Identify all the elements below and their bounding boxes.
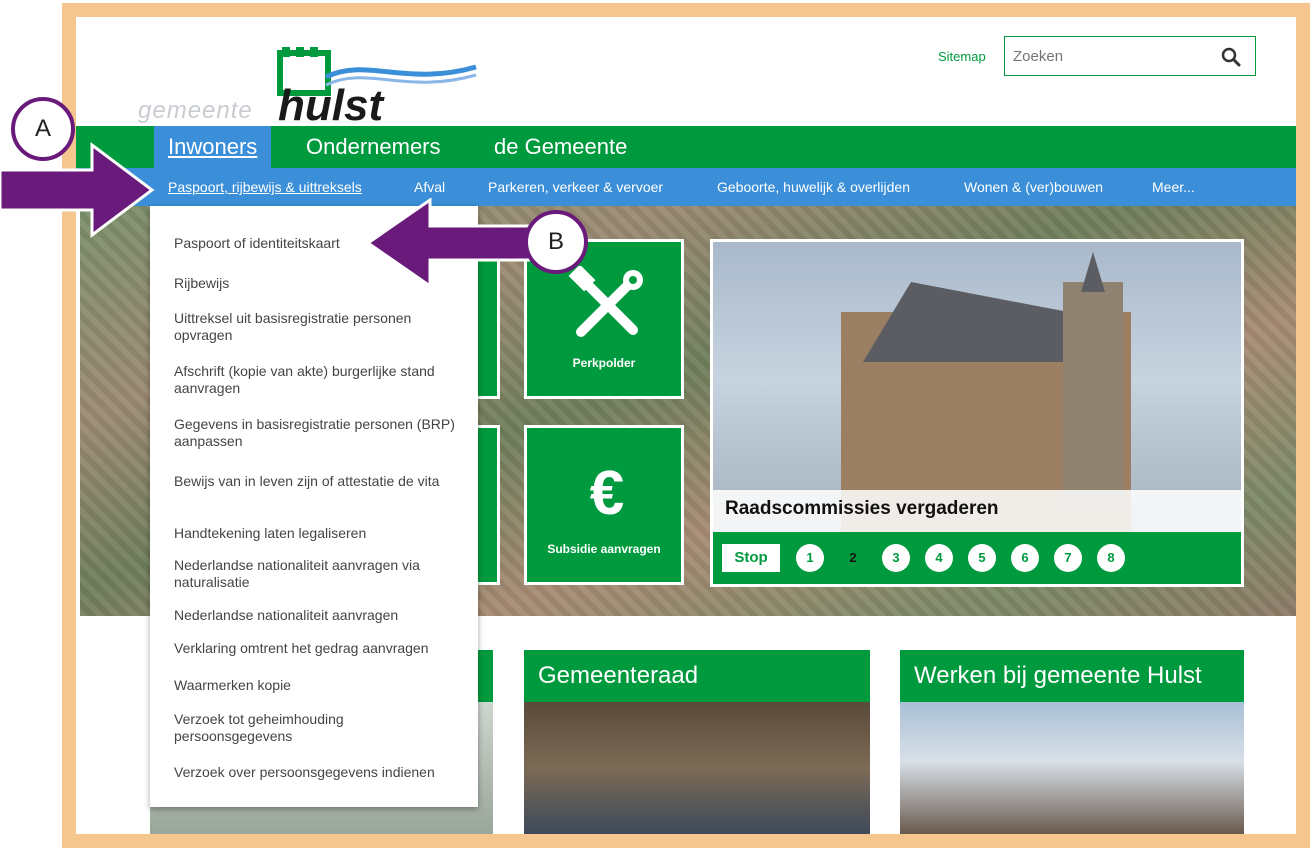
search-icon[interactable] <box>1221 47 1241 67</box>
tab-inwoners[interactable]: Inwoners <box>154 126 272 168</box>
dropdown-item-geheimhouding[interactable]: Verzoek tot geheimhouding persoonsgegeve… <box>174 711 464 745</box>
tile-subsidie[interactable]: € Subsidie aanvragen <box>524 425 684 585</box>
tile-label: Perkpolder <box>572 356 636 370</box>
annotation-marker-b: B <box>524 210 588 274</box>
slider-dot-7[interactable]: 7 <box>1054 544 1082 572</box>
dropdown-item-nationaliteit[interactable]: Nederlandse nationaliteit aanvragen <box>174 607 464 624</box>
annotation-arrow-b <box>365 198 530 288</box>
slider-dot-5[interactable]: 5 <box>968 544 996 572</box>
annotation-marker-a: A <box>11 97 75 161</box>
logo-gemeente-text: gemeente <box>138 97 253 124</box>
tab-de-gemeente[interactable]: de Gemeente <box>480 126 641 168</box>
site-logo[interactable]: gemeente hulst <box>138 47 477 130</box>
svg-text:€: € <box>590 459 624 528</box>
dropdown-item-vog[interactable]: Verklaring omtrent het gedrag aanvragen <box>174 640 464 657</box>
slider-dot-6[interactable]: 6 <box>1011 544 1039 572</box>
dropdown-item-gegevens-brp[interactable]: Gegevens in basisregistratie personen (B… <box>174 416 464 450</box>
page: gemeente hulst Sitemap Inwoners Onderne <box>76 17 1296 834</box>
news-slider[interactable]: Raadscommissies vergaderen Stop 1 2 3 4 … <box>710 239 1244 587</box>
tile-label: Subsidie aanvragen <box>547 542 661 556</box>
subnav-item-geboorte[interactable]: Geboorte, huwelijk & overlijden <box>717 168 910 206</box>
subnav-dropdown-menu: Paspoort of identiteitskaart Rijbewijs U… <box>150 206 478 807</box>
subnav-item-meer[interactable]: Meer... <box>1152 168 1195 206</box>
dropdown-item-bewijs-leven[interactable]: Bewijs van in leven zijn of attestatie d… <box>174 473 464 490</box>
search-box <box>1004 36 1256 76</box>
subnav-item-wonen[interactable]: Wonen & (ver)bouwen <box>964 168 1103 206</box>
card-title: Gemeenteraad <box>524 650 870 702</box>
slider-dot-1[interactable]: 1 <box>796 544 824 572</box>
slider-dot-2[interactable]: 2 <box>839 544 867 572</box>
slider-stop-button[interactable]: Stop <box>722 544 780 572</box>
card-gemeenteraad[interactable]: Gemeenteraad <box>524 650 870 834</box>
dropdown-item-naturalisatie[interactable]: Nederlandse nationaliteit aanvragen via … <box>174 557 464 591</box>
logo-hulst-text: hulst <box>278 81 384 130</box>
dropdown-item-waarmerken[interactable]: Waarmerken kopie <box>174 677 464 694</box>
slider-controls: Stop 1 2 3 4 5 6 7 8 <box>713 532 1241 584</box>
dropdown-item-persoonsgegevens[interactable]: Verzoek over persoonsgegevens indienen <box>174 764 464 781</box>
slider-dot-8[interactable]: 8 <box>1097 544 1125 572</box>
card-werken[interactable]: Werken bij gemeente Hulst <box>900 650 1244 834</box>
slider-dot-3[interactable]: 3 <box>882 544 910 572</box>
sitemap-link[interactable]: Sitemap <box>938 49 986 64</box>
search-input[interactable] <box>1005 37 1205 75</box>
city-hall-tower <box>1063 282 1123 512</box>
card-title: Werken bij gemeente Hulst <box>900 650 1244 702</box>
tab-ondernemers[interactable]: Ondernemers <box>292 126 455 168</box>
dropdown-item-uittreksel[interactable]: Uittreksel uit basisregistratie personen… <box>174 310 464 344</box>
tools-icon <box>568 266 643 337</box>
slider-dot-4[interactable]: 4 <box>925 544 953 572</box>
euro-icon: € <box>590 459 624 528</box>
screenshot-frame: gemeente hulst Sitemap Inwoners Onderne <box>62 3 1310 848</box>
subnav-item-paspoort[interactable]: Paspoort, rijbewijs & uittreksels <box>168 168 362 206</box>
card-image-city-hall <box>900 702 1244 834</box>
card-image-council-meeting <box>524 702 870 834</box>
slider-caption[interactable]: Raadscommissies vergaderen <box>713 490 1241 532</box>
main-nav: Inwoners Ondernemers de Gemeente <box>76 126 1296 168</box>
dropdown-item-handtekening[interactable]: Handtekening laten legaliseren <box>174 525 464 542</box>
sub-nav: Paspoort, rijbewijs & uittreksels Afval … <box>76 168 1296 206</box>
dropdown-item-afschrift[interactable]: Afschrift (kopie van akte) burgerlijke s… <box>174 363 464 397</box>
